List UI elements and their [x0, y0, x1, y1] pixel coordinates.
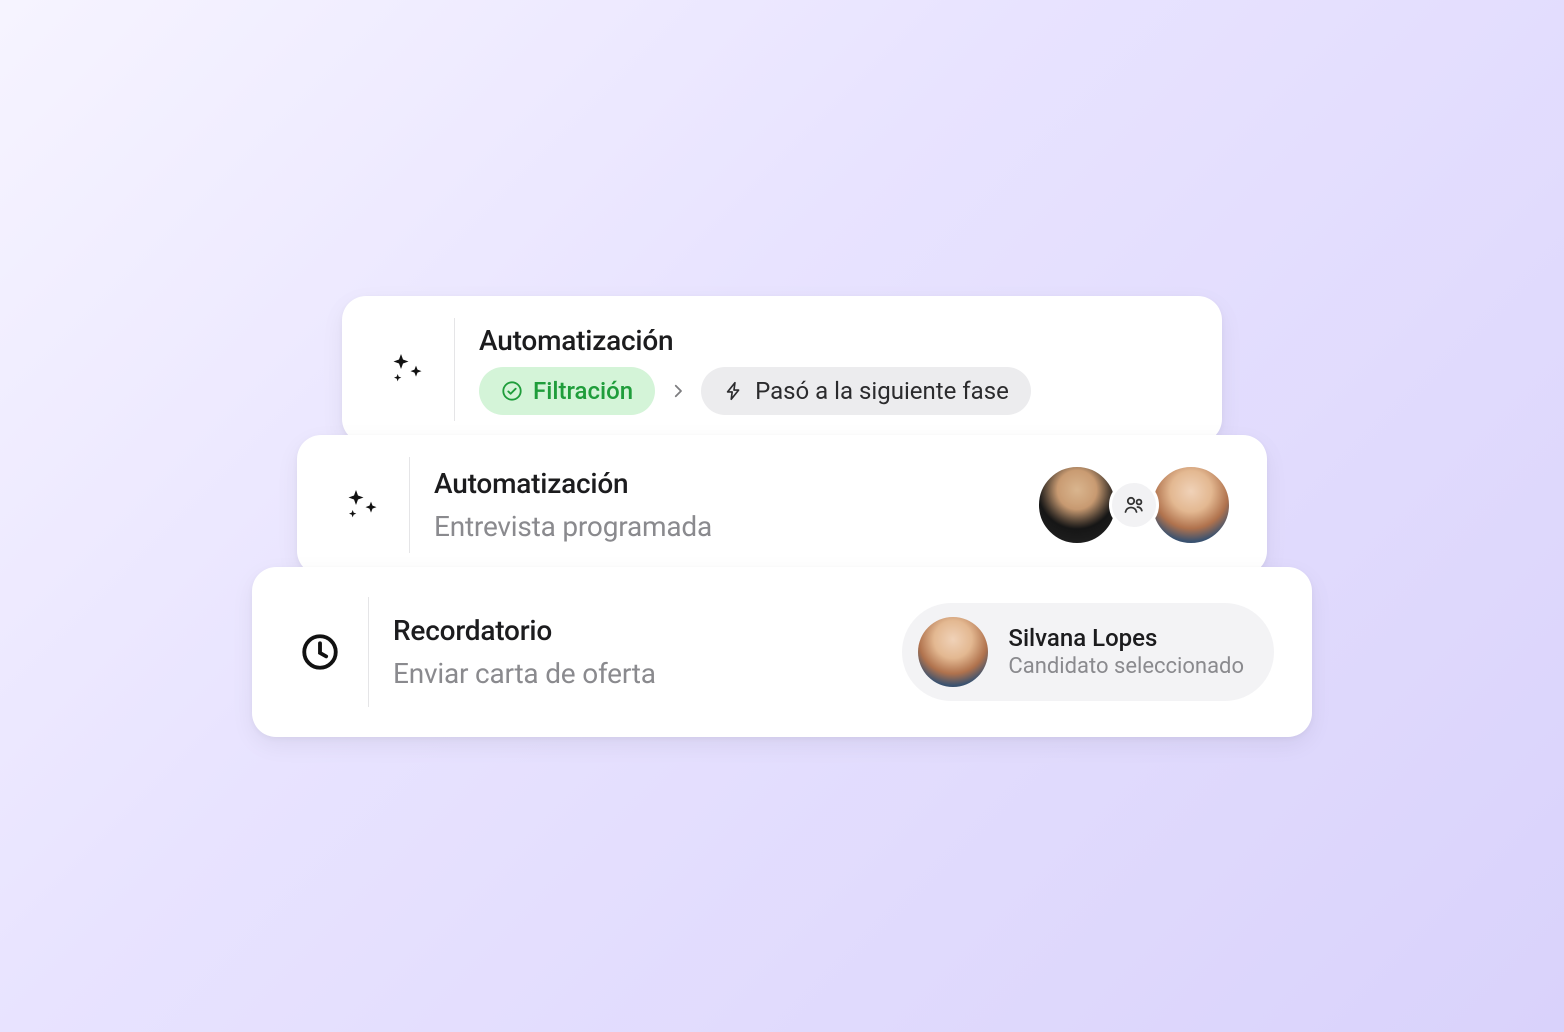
people-icon[interactable] [1109, 480, 1159, 530]
divider [409, 457, 410, 553]
card-title: Automatización [479, 324, 1188, 357]
pill-label: Pasó a la siguiente fase [755, 377, 1009, 405]
automation-card-interview[interactable]: Automatización Entrevista programada [297, 435, 1267, 575]
card-title: Automatización [434, 467, 1035, 500]
sparkle-icon [376, 349, 436, 389]
chevron-right-icon [669, 382, 687, 400]
notification-stack: Automatización Filtración [252, 296, 1312, 737]
check-circle-icon [501, 380, 523, 402]
candidate-chip[interactable]: Silvana Lopes Candidato seleccionado [902, 603, 1274, 701]
clock-icon [290, 631, 350, 673]
status-pill-next-phase[interactable]: Pasó a la siguiente fase [701, 367, 1031, 415]
divider [454, 318, 455, 421]
status-pill-screening[interactable]: Filtración [479, 367, 655, 415]
reminder-card-offer[interactable]: Recordatorio Enviar carta de oferta Silv… [252, 567, 1312, 737]
candidate-name: Silvana Lopes [1008, 624, 1244, 652]
avatar[interactable] [1149, 463, 1233, 547]
avatar [918, 617, 988, 687]
card-subtitle: Enviar carta de oferta [393, 657, 902, 690]
avatar[interactable] [1035, 463, 1119, 547]
bolt-icon [723, 380, 745, 402]
participant-avatars [1035, 463, 1233, 547]
sparkle-icon [331, 485, 391, 525]
card-subtitle: Entrevista programada [434, 510, 1035, 543]
automation-card-screening[interactable]: Automatización Filtración [342, 296, 1222, 443]
pill-label: Filtración [533, 377, 633, 405]
pill-row: Filtración Pasó a la siguiente fase [479, 367, 1188, 415]
divider [368, 597, 369, 707]
card-title: Recordatorio [393, 614, 902, 647]
candidate-role: Candidato seleccionado [1008, 654, 1244, 679]
